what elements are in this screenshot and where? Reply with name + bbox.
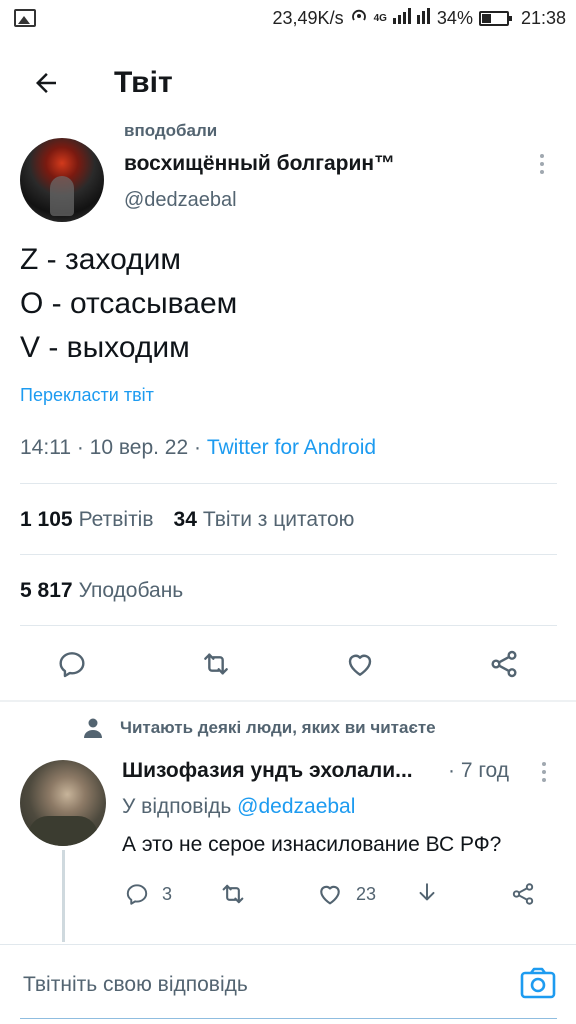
divider (20, 554, 557, 555)
status-bar: 23,49K/s 4G 34% 21:38 (0, 0, 576, 36)
tweet-timestamp: 14:11 · 10 вер. 22 · (20, 436, 207, 459)
top-app-bar: Твіт (0, 36, 576, 130)
page-title: Твіт (114, 66, 173, 99)
divider (20, 625, 557, 626)
reply-composer[interactable]: Твітніть свою відповідь (0, 944, 576, 1024)
reply-text: А это не серое изнасилование ВС РФ? (122, 833, 502, 856)
social-context-text: Читають деякі люди, яких ви читаєте (120, 718, 436, 737)
share-icon (491, 650, 517, 678)
image-icon (14, 9, 36, 27)
battery-icon (478, 10, 512, 26)
quotes-label: Твіти з цитатою (202, 508, 355, 531)
reply-share-button[interactable] (510, 878, 536, 910)
download-icon (419, 883, 435, 901)
back-button[interactable] (16, 53, 76, 113)
reply-button[interactable] (52, 644, 92, 684)
quotes-stat[interactable]: 34 Твіти з цитатою (174, 508, 355, 531)
clock: 21:38 (520, 7, 566, 28)
reply-input-placeholder[interactable]: Твітніть свою відповідь (23, 973, 248, 997)
author-handle[interactable]: @dedzaebal (124, 189, 237, 212)
retweet-icon (204, 653, 228, 675)
status-right: 23,49K/s 4G 34% 21:38 (273, 7, 566, 30)
reply-like-button[interactable]: 23 (316, 878, 376, 910)
reply-like-count: 23 (356, 883, 377, 904)
author-name[interactable]: восхищённый болгарин™ (124, 152, 395, 176)
retweet-quote-stats: 1 105 Ретвітів 34 Твіти з цитатою (20, 508, 354, 532)
reply-reply-button[interactable]: 3 (124, 878, 172, 910)
like-button[interactable] (340, 644, 380, 684)
composer-underline (20, 1018, 557, 1019)
likes-label: Уподобань (78, 579, 184, 602)
more-options-icon[interactable] (530, 152, 554, 176)
reply-retweet-button[interactable] (218, 878, 248, 910)
section-separator (0, 700, 576, 702)
hotspot-icon (350, 7, 368, 30)
retweets-label: Ретвітів (78, 508, 154, 531)
retweets-count: 1 105 (20, 508, 73, 531)
person-icon (84, 718, 102, 738)
share-icon (512, 883, 534, 905)
likes-count: 5 817 (20, 579, 73, 602)
replying-to-handle[interactable]: @dedzaebal (237, 795, 355, 818)
camera-icon (520, 967, 556, 999)
tweet-source-link[interactable]: Twitter for Android (207, 436, 376, 459)
reply-author-avatar[interactable] (20, 760, 106, 846)
share-button[interactable] (484, 644, 524, 684)
network-type: 4G (373, 12, 387, 24)
battery-percent: 34% (436, 7, 473, 28)
reply-icon (126, 884, 148, 905)
social-context: Читають деякі люди, яких ви читаєте (84, 718, 436, 738)
heart-icon (348, 654, 372, 676)
tweet-action-bar (0, 644, 576, 686)
quotes-count: 34 (173, 508, 197, 531)
reply-icon (59, 652, 85, 678)
replying-to: У відповідь @dedzaebal (122, 795, 355, 819)
camera-button[interactable] (520, 966, 556, 1000)
retweets-stat[interactable]: 1 105 Ретвітів (20, 508, 154, 531)
tweet-line: O - отсасываем (20, 287, 238, 320)
author-avatar[interactable] (20, 138, 104, 222)
thread-line (62, 850, 65, 942)
tweet-line: V - выходим (20, 331, 190, 364)
reply-time: · 7 год (448, 759, 510, 782)
translate-tweet-link[interactable]: Перекласти твіт (20, 385, 154, 406)
liked-banner: вподобали (124, 121, 218, 140)
reply-author-name[interactable]: Шизофазия ундъ эхолали... (122, 759, 438, 783)
divider (20, 483, 557, 484)
network-speed: 23,49K/s (272, 7, 344, 28)
reply-more-options-icon[interactable] (534, 760, 554, 784)
retweet-button[interactable] (196, 644, 236, 684)
heart-icon (320, 885, 340, 905)
arrow-left-icon (36, 73, 56, 93)
retweet-icon (222, 884, 244, 904)
tweet-metadata: 14:11 · 10 вер. 22 · Twitter for Android (20, 436, 376, 460)
reply-download-button[interactable] (414, 878, 440, 910)
tweet-line: Z - заходим (20, 243, 182, 276)
reply-reply-count: 3 (162, 883, 173, 904)
signal-icon (392, 7, 431, 29)
tweet-text: Z - заходим O - отсасываем V - выходим (20, 238, 237, 370)
replying-to-prefix: У відповідь (122, 795, 238, 818)
likes-stat[interactable]: 5 817 Уподобань (20, 579, 183, 603)
